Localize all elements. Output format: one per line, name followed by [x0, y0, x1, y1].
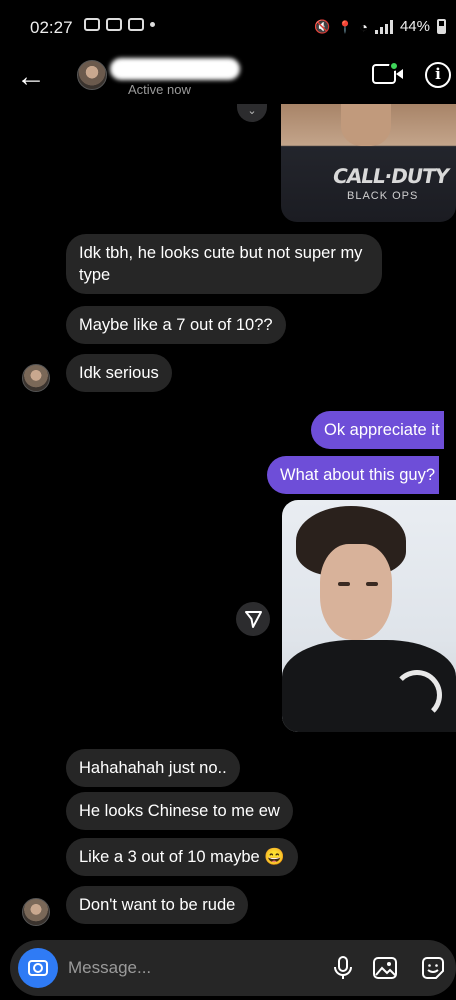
notification-icons [84, 18, 155, 31]
battery-percent: 44% [399, 18, 430, 35]
info-icon[interactable]: i [425, 62, 451, 88]
camera-button[interactable] [18, 948, 58, 988]
message-composer [10, 940, 456, 996]
signal-icon [374, 19, 393, 34]
share-icon[interactable] [236, 602, 270, 636]
status-right: 🔇 📍 ◔ 44% [314, 18, 446, 35]
shirt-logo-text: CALL·DUTY [330, 164, 451, 188]
gallery-notification-icon [84, 18, 100, 31]
message-bubble[interactable]: Idk serious [66, 354, 172, 392]
message-bubble[interactable]: Like a 3 out of 10 maybe 😄 [66, 838, 298, 876]
back-arrow-icon[interactable]: ← [16, 62, 46, 92]
more-notifications-icon [150, 22, 155, 27]
status-bar: 02:27 🔇 📍 ◔ 44% [0, 0, 456, 52]
shirt-pattern [392, 670, 442, 720]
shared-image-message[interactable]: CALL·DUTY BLACK OPS [281, 104, 456, 222]
active-status: Active now [128, 82, 191, 97]
message-bubble[interactable]: Maybe like a 7 out of 10?? [66, 306, 286, 344]
wifi-icon: ◔ [359, 18, 368, 35]
photo-subject [320, 544, 392, 640]
battery-icon [437, 19, 446, 34]
message-bubble[interactable]: He looks Chinese to me ew [66, 792, 293, 830]
message-bubble[interactable]: Don't want to be rude [66, 886, 249, 924]
chat-header: ← Active now i [0, 52, 456, 104]
app-notification-icon [106, 18, 122, 31]
gallery-icon[interactable] [370, 953, 400, 983]
message-bubble[interactable]: Idk tbh, he looks cute but not super my … [66, 234, 382, 294]
sent-message-bubble[interactable]: What about this guy? [267, 456, 440, 494]
sender-avatar[interactable] [22, 898, 50, 926]
message-input[interactable] [68, 956, 308, 980]
chat-thread[interactable]: ⌄ CALL·DUTY BLACK OPS Idk tbh, he looks … [0, 104, 456, 940]
mute-icon: 🔇 [314, 18, 331, 34]
app-notification-icon [128, 18, 144, 31]
message-bubble[interactable]: Hahahahah just no.. [66, 749, 240, 787]
sender-avatar[interactable] [22, 364, 50, 392]
status-time: 02:27 [30, 18, 73, 37]
sticker-icon[interactable] [418, 953, 448, 983]
shared-image-message[interactable] [282, 500, 456, 732]
scroll-down-chevron-icon[interactable]: ⌄ [237, 104, 267, 122]
photo-subject [341, 104, 391, 146]
sent-message-bubble[interactable]: Ok appreciate it [311, 411, 444, 449]
online-indicator [389, 61, 399, 71]
shirt-logo-subtext: BLACK OPS [347, 190, 419, 202]
contact-name-redacted[interactable] [110, 58, 240, 80]
location-icon: 📍 [337, 19, 353, 34]
microphone-icon[interactable] [328, 953, 358, 983]
contact-avatar[interactable] [77, 60, 107, 90]
